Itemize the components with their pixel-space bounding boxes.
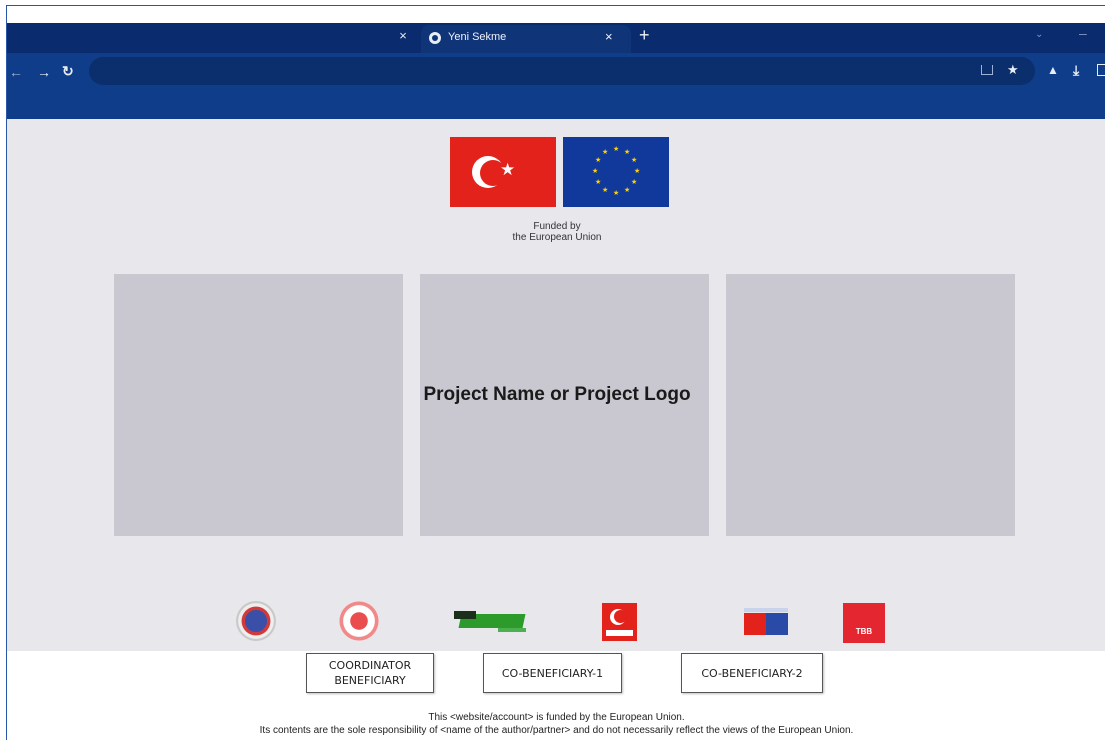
partner-logo-2 — [339, 601, 379, 641]
logo-crescent-cutout — [614, 610, 627, 623]
logo-6-text: TBB — [855, 627, 873, 636]
eu-star-icon: ★ — [595, 157, 602, 164]
coordinator-line-2: BENEFICIARY — [334, 674, 406, 687]
tab-title: Yeni Sekme — [448, 31, 507, 43]
eu-star-icon: ★ — [613, 146, 620, 153]
disclaimer-line-1: This <website/account> is funded by the … — [428, 712, 685, 723]
logo-stripe — [498, 628, 526, 632]
funded-line-1: Funded by — [533, 221, 581, 232]
eu-star-icon: ★ — [634, 168, 641, 175]
page-content: ★ ★ ★ ★ ★ ★ ★ ★ ★ ★ ★ ★ ★ Funded by the … — [7, 119, 1105, 651]
partner-logo-1 — [236, 601, 276, 641]
eu-star-icon: ★ — [624, 187, 631, 194]
logo-band — [606, 630, 633, 636]
browser-tab-strip: × Yeni Sekme × + ⌄ – — [7, 23, 1105, 53]
screenshot-frame: × Yeni Sekme × + ⌄ – ← → ↻ ★ ▲ ⤓ ★ ★ ★ ★… — [6, 5, 1105, 740]
co-beneficiary-2-box: CO-BENEFICIARY-2 — [681, 653, 823, 693]
coordinator-beneficiary-box: COORDINATOR BENEFICIARY — [306, 653, 434, 693]
logo-red-half — [744, 613, 766, 635]
funded-by-caption: Funded by the European Union — [487, 221, 627, 243]
download-icon[interactable]: ⤓ — [1073, 62, 1079, 79]
tab-close-icon[interactable]: × — [605, 29, 613, 44]
browser-toolbar: ← → ↻ ★ ▲ ⤓ — [7, 53, 1105, 119]
new-tab-button[interactable]: + — [639, 25, 650, 46]
disclaimer-line-2: Its contents are the sole responsibility… — [259, 725, 854, 736]
partner-logo-5 — [744, 608, 790, 638]
minimize-icon[interactable]: – — [1079, 25, 1087, 41]
flag-star-icon: ★ — [500, 160, 516, 179]
project-title: Project Name or Project Logo — [423, 384, 691, 405]
partner-logo-3 — [454, 608, 530, 636]
eu-star-icon: ★ — [624, 149, 631, 156]
tab-yeni-sekme[interactable]: Yeni Sekme × — [421, 25, 631, 53]
side-panel-icon[interactable] — [1097, 64, 1105, 76]
eu-star-icon: ★ — [602, 187, 609, 194]
eu-flag-icon: ★ ★ ★ ★ ★ ★ ★ ★ ★ ★ ★ ★ — [563, 137, 669, 207]
eu-star-icon: ★ — [631, 157, 638, 164]
logo-blue-half — [766, 613, 788, 635]
co-beneficiary-1-box: CO-BENEFICIARY-1 — [483, 653, 622, 693]
logo-band — [744, 608, 788, 612]
eu-star-icon: ★ — [592, 168, 599, 175]
partner-logo-6: TBB — [843, 603, 885, 643]
eu-star-icon: ★ — [613, 190, 620, 197]
extensions-icon[interactable]: ▲ — [1047, 63, 1059, 77]
reload-icon[interactable]: ↻ — [62, 63, 74, 80]
address-bar[interactable] — [89, 57, 1035, 85]
tab-search-chevron-icon[interactable]: ⌄ — [1035, 29, 1043, 40]
back-arrow-icon[interactable]: ← — [9, 64, 23, 80]
chrome-favicon-icon — [429, 32, 441, 44]
forward-arrow-icon[interactable]: → — [37, 64, 51, 80]
eu-star-icon: ★ — [602, 149, 609, 156]
eu-star-icon: ★ — [595, 179, 602, 186]
share-icon[interactable] — [981, 65, 993, 75]
coordinator-line-1: COORDINATOR — [328, 659, 412, 672]
eu-star-icon: ★ — [631, 179, 638, 186]
turkey-flag-icon: ★ — [450, 137, 556, 207]
funded-line-2: the European Union — [512, 232, 602, 243]
previous-tab-close-icon[interactable]: × — [395, 28, 411, 43]
star-icon[interactable]: ★ — [1007, 62, 1019, 78]
logo-stripe — [454, 611, 476, 619]
partner-logo-4 — [602, 603, 637, 641]
